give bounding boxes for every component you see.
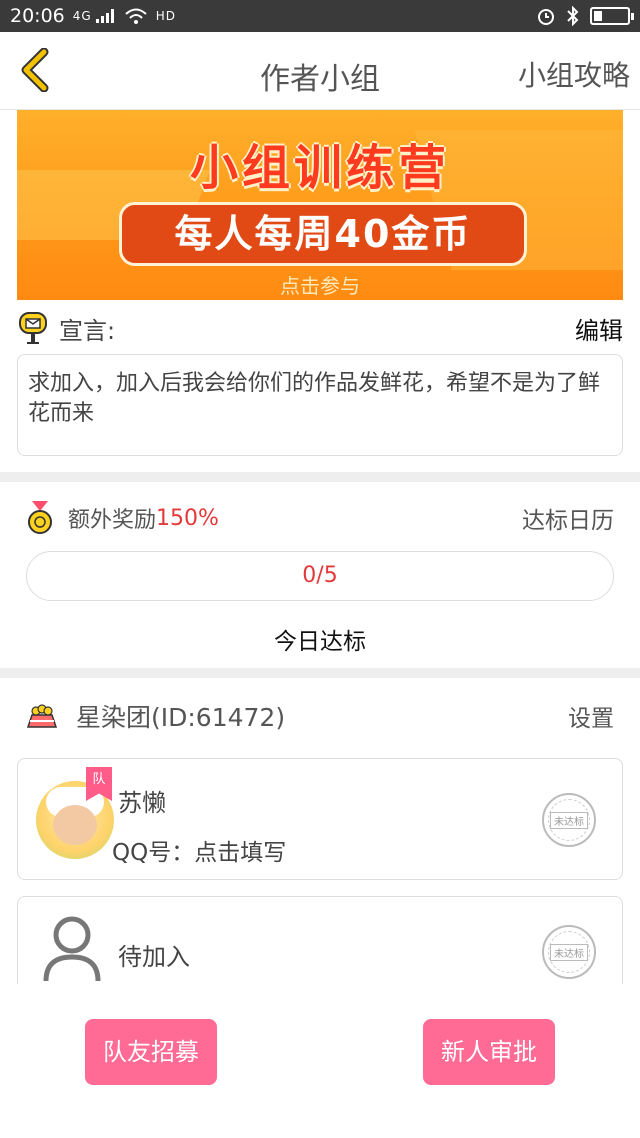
status-stamp: 未达标 [542, 925, 596, 979]
medal-icon [28, 501, 52, 534]
hd-label: HD [155, 9, 176, 23]
status-stamp: 未达标 [542, 793, 596, 847]
today-target-label: 今日达标 [274, 629, 366, 655]
edit-button[interactable]: 编辑 [575, 311, 623, 346]
status-stamp-text: 未达标 [550, 811, 588, 829]
mailbox-icon [19, 312, 47, 344]
bluetooth-icon [567, 6, 579, 26]
group-name: 星染团(ID:61472) [76, 703, 286, 732]
manifesto-text: 求加入，加入后我会给你们的作品发鲜花，希望不是为了鲜花而来 [17, 354, 623, 456]
person-placeholder-icon [43, 916, 101, 982]
signal-label: 4G [72, 9, 92, 23]
group-header: 星染团(ID:61472) 设置 [26, 694, 614, 738]
battery-icon [590, 7, 634, 25]
banner-subtitle: 每人每周40金币 [119, 202, 527, 266]
divider [0, 668, 640, 678]
signal-icon [95, 9, 114, 23]
settings-link[interactable]: 设置 [568, 699, 614, 733]
member-name: 苏懒 [118, 789, 166, 817]
training-camp-banner[interactable]: 小组训练营 每人每周40金币 点击参与 [17, 110, 623, 300]
approve-button[interactable]: 新人审批 [423, 1019, 555, 1085]
banner-cta: 点击参与 [280, 274, 360, 298]
member-name: 待加入 [118, 943, 190, 971]
status-stamp-text: 未达标 [550, 943, 588, 961]
divider [0, 472, 640, 482]
member-card[interactable]: 队 苏懒 QQ号：点击填写 未达标 [17, 758, 623, 880]
alarm-icon [538, 9, 554, 25]
calendar-link[interactable]: 达标日历 [522, 501, 614, 535]
status-bar: 20:06 4G HD [0, 0, 640, 32]
reward-row: 额外奖励 150% 达标日历 [26, 496, 614, 540]
progress-bar: 0/5 [26, 551, 614, 601]
team-icon [26, 704, 58, 728]
wifi-icon [125, 8, 147, 24]
group-guide-link[interactable]: 小组攻略 [518, 54, 630, 94]
manifesto-label: 宣言: [59, 316, 116, 345]
status-time: 20:06 [10, 5, 65, 27]
qq-field[interactable]: QQ号：点击填写 [112, 833, 286, 867]
recruit-button[interactable]: 队友招募 [85, 1019, 217, 1085]
reward-label: 额外奖励 [68, 508, 157, 533]
reward-percent: 150% [156, 505, 219, 531]
manifesto-header: 宣言: 编辑 [17, 310, 623, 346]
banner-title: 小组训练营 [189, 140, 450, 196]
nav-bar: 作者小组 小组攻略 [0, 32, 640, 110]
